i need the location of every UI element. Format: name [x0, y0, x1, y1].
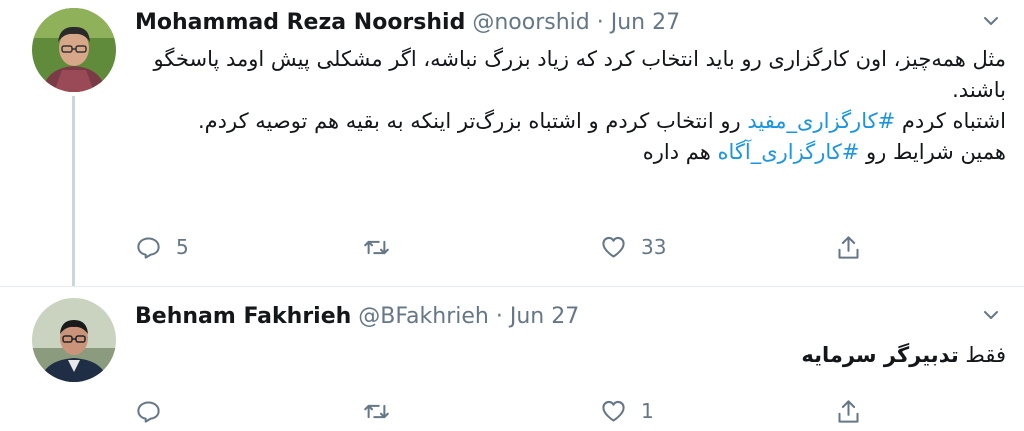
reply-count: 5 — [176, 235, 189, 259]
chevron-down-icon[interactable] — [980, 304, 1002, 326]
reply-button[interactable]: 5 — [135, 230, 189, 264]
chevron-down-icon[interactable] — [980, 10, 1002, 32]
tweet-text-line: اشتباه کردم #کارگزاری_مفید رو انتخاب کرد… — [197, 109, 1006, 133]
tweet-item[interactable]: Behnam Fakhrieh @BFakhrieh · Jun 27 فقط … — [0, 290, 1024, 431]
like-button[interactable]: 1 — [600, 394, 654, 428]
bold-text: تدبیرگر سرمایه — [801, 343, 959, 367]
heart-icon — [602, 236, 625, 258]
share-button[interactable] — [835, 230, 862, 264]
tweet-text-line: مثل همه‌چیز، اون کارگزاری رو باید انتخاب… — [153, 47, 1006, 102]
avatar[interactable] — [32, 8, 116, 92]
like-button[interactable]: 33 — [600, 230, 666, 264]
hashtag-link[interactable]: #کارگزاری_مفید — [747, 109, 895, 133]
avatar[interactable] — [32, 298, 116, 382]
tweet-actions: 1 — [135, 394, 875, 428]
tweet-text-line: همین شرایط رو #کارگزاری_آگاه هم داره — [642, 140, 1006, 164]
tweet-date[interactable]: Jun 27 — [510, 304, 579, 329]
share-icon — [838, 235, 859, 259]
like-count: 33 — [641, 235, 667, 259]
retweet-button[interactable] — [363, 394, 404, 428]
meta-separator: · — [596, 10, 604, 35]
share-icon — [838, 399, 859, 423]
tweet-date[interactable]: Jun 27 — [611, 10, 680, 35]
author-handle[interactable]: @BFakhrieh — [358, 304, 489, 329]
like-count: 1 — [641, 399, 654, 423]
tweet-text: فقط تدبیرگر سرمایه — [135, 340, 1006, 371]
tweet-header: Behnam Fakhrieh @BFakhrieh · Jun 27 — [135, 304, 579, 330]
retweet-icon — [364, 404, 389, 418]
hashtag-link[interactable]: #کارگزاری_آگاه — [717, 140, 859, 164]
meta-separator: · — [495, 304, 503, 329]
heart-icon — [602, 400, 625, 422]
retweet-icon — [364, 240, 389, 254]
author-name[interactable]: Mohammad Reza Noorshid — [135, 10, 465, 35]
tweet-actions: 5 33 — [135, 230, 875, 264]
author-name[interactable]: Behnam Fakhrieh — [135, 304, 351, 329]
tweet-text-line: فقط تدبیرگر سرمایه — [801, 343, 1006, 367]
reply-icon — [137, 400, 160, 423]
author-handle[interactable]: @noorshid — [472, 10, 589, 35]
tweet-header: Mohammad Reza Noorshid @noorshid · Jun 2… — [135, 10, 680, 36]
tweet-text: مثل همه‌چیز، اون کارگزاری رو باید انتخاب… — [135, 44, 1006, 168]
thread-line — [72, 96, 75, 286]
share-button[interactable] — [835, 394, 862, 428]
reply-icon — [137, 236, 160, 259]
tweet-item[interactable]: Mohammad Reza Noorshid @noorshid · Jun 2… — [0, 0, 1024, 286]
tweet-divider — [0, 286, 1024, 287]
reply-button[interactable] — [135, 394, 176, 428]
retweet-button[interactable] — [363, 230, 404, 264]
